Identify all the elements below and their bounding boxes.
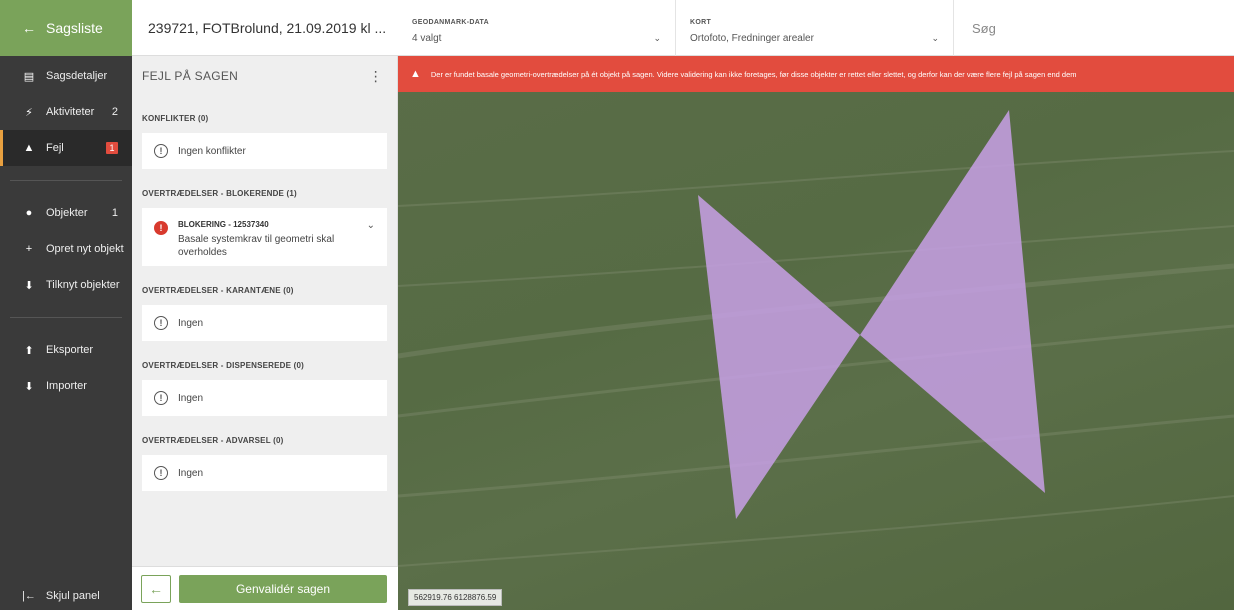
back-button[interactable]: ← bbox=[141, 574, 171, 603]
error-icon: ! bbox=[154, 221, 168, 235]
nav-item-importer[interactable]: ⬇ Importer bbox=[0, 368, 132, 404]
chevron-down-icon: ⌄ bbox=[931, 33, 939, 43]
warning-triangle-icon: ▲ bbox=[23, 142, 35, 154]
nav-item-label: Importer bbox=[46, 380, 87, 392]
coordinate-readout: 562919.76 6128876.59 bbox=[408, 589, 503, 606]
section-title-karantaene: OVERTRÆDELSER - KARANTÆNE (0) bbox=[142, 286, 294, 295]
chevron-down-icon: ⌄ bbox=[653, 33, 661, 43]
nav-item-label: Objekter bbox=[46, 207, 88, 219]
dropdown-value: 4 valgt bbox=[412, 33, 442, 44]
nav-item-label: Tilknyt objekter bbox=[46, 279, 120, 291]
info-icon: ! bbox=[154, 466, 168, 480]
search-input[interactable]: Søg bbox=[954, 0, 1234, 56]
section-title-blokerende: OVERTRÆDELSER - BLOKERENDE (1) bbox=[142, 189, 297, 198]
nav-item-aktiviteter[interactable]: ⚡ Aktiviteter 2 bbox=[0, 94, 132, 130]
info-icon: ! bbox=[154, 316, 168, 330]
nav-item-tilknyt-objekter[interactable]: ⬇ Tilknyt objekter bbox=[0, 267, 132, 303]
card-text: Ingen bbox=[178, 317, 204, 329]
arrow-left-icon: ← bbox=[22, 20, 36, 36]
panel-footer: ← Genvalidér sagen bbox=[132, 566, 398, 610]
section-title-advarsel: OVERTRÆDELSER - ADVARSEL (0) bbox=[142, 436, 284, 445]
map-pin-icon: ● bbox=[25, 207, 33, 219]
validation-alert-banner: ▲ Der er fundet basale geometri-overtræd… bbox=[398, 56, 1234, 92]
warning-card: ! Ingen bbox=[142, 455, 387, 491]
case-title: 239721, FOTBrolund, 21.09.2019 kl ... bbox=[132, 0, 398, 56]
export-icon: ⬆ bbox=[24, 344, 34, 357]
case-title-text: 239721, FOTBrolund, 21.09.2019 kl ... bbox=[148, 19, 387, 36]
map-view[interactable]: ▲ Der er fundet basale geometri-overtræd… bbox=[398, 56, 1234, 610]
clipboard-icon: ▤ bbox=[23, 70, 35, 83]
self-intersecting-polygon bbox=[860, 110, 1045, 493]
nav-item-label: Sagsdetaljer bbox=[46, 70, 108, 82]
revalidate-button[interactable]: Genvalidér sagen bbox=[179, 574, 387, 603]
violation-description: Basale systemkrav til geometri skal over… bbox=[178, 234, 335, 258]
violation-details: BLOKERING - 12537340 Basale systemkrav t… bbox=[178, 220, 358, 259]
dropdown-label: KORT bbox=[690, 19, 712, 26]
nav-divider bbox=[10, 180, 122, 181]
geodanmark-data-dropdown[interactable]: GEODANMARK-DATA 4 valgt ⌄ bbox=[398, 0, 676, 56]
violation-title: BLOKERING - 12537340 bbox=[178, 220, 269, 229]
card-text: Ingen bbox=[178, 467, 204, 479]
section-title-konflikter: KONFLIKTER (0) bbox=[142, 114, 209, 123]
nav-item-label: Aktiviteter bbox=[46, 106, 95, 118]
quarantine-card: ! Ingen bbox=[142, 305, 387, 341]
blocking-violation-card[interactable]: ! BLOKERING - 12537340 Basale systemkrav… bbox=[142, 208, 387, 266]
info-icon: ! bbox=[154, 144, 168, 158]
dispensed-card: ! Ingen bbox=[142, 380, 387, 416]
map-layer-dropdown[interactable]: KORT Ortofoto, Fredninger arealer ⌄ bbox=[676, 0, 954, 56]
link-down-icon: ⬇ bbox=[24, 279, 34, 292]
back-to-case-list-button[interactable]: ← Sagsliste bbox=[0, 0, 132, 56]
side-navigation: ← Sagsliste ▤ Sagsdetaljer ⚡ Aktiviteter… bbox=[0, 0, 132, 610]
nav-item-label: Opret nyt objekt bbox=[46, 243, 124, 255]
import-icon: ⬇ bbox=[24, 380, 34, 393]
dropdown-label: GEODANMARK-DATA bbox=[412, 19, 489, 26]
collapse-left-icon: |← bbox=[22, 590, 36, 602]
nav-item-objekter[interactable]: ● Objekter 1 bbox=[0, 195, 132, 231]
errors-panel: FEJL PÅ SAGEN ⋮ KONFLIKTER (0) ! Ingen k… bbox=[132, 56, 398, 610]
nav-item-label: Fejl bbox=[46, 142, 64, 154]
nav-item-sagsdetaljer[interactable]: ▤ Sagsdetaljer bbox=[0, 58, 132, 94]
object-count: 1 bbox=[111, 207, 118, 219]
chevron-down-icon[interactable]: ⌄ bbox=[367, 220, 375, 231]
panel-header: FEJL PÅ SAGEN ⋮ bbox=[132, 56, 397, 96]
hide-panel-button[interactable]: |← Skjul panel bbox=[0, 582, 132, 610]
orthophoto-background bbox=[398, 110, 1234, 567]
nav-item-fejl[interactable]: ▲ Fejl 1 bbox=[0, 130, 132, 166]
warning-triangle-icon: ▲ bbox=[410, 68, 421, 80]
info-icon: ! bbox=[154, 391, 168, 405]
nav-item-opret-nyt-objekt[interactable]: + Opret nyt objekt bbox=[0, 231, 132, 267]
nav-item-eksporter[interactable]: ⬆ Eksporter bbox=[0, 332, 132, 368]
conflicts-card: ! Ingen konflikter bbox=[142, 133, 387, 169]
search-placeholder: Søg bbox=[972, 20, 996, 36]
dropdown-value: Ortofoto, Fredninger arealer bbox=[690, 33, 814, 44]
alert-text: Der er fundet basale geometri-overtrædel… bbox=[430, 69, 1077, 79]
map-toolbar: GEODANMARK-DATA 4 valgt ⌄ KORT Ortofoto,… bbox=[398, 0, 1234, 56]
hide-panel-label: Skjul panel bbox=[45, 590, 100, 602]
error-count-badge: 1 bbox=[106, 142, 118, 154]
activity-count: 2 bbox=[111, 106, 118, 118]
back-label: Sagsliste bbox=[46, 20, 103, 36]
nav-divider bbox=[10, 317, 122, 318]
arrow-left-icon: ← bbox=[149, 580, 163, 597]
panel-title: FEJL PÅ SAGEN bbox=[142, 69, 239, 83]
card-text: Ingen bbox=[178, 392, 204, 404]
self-intersecting-polygon bbox=[698, 195, 860, 519]
more-options-icon[interactable]: ⋮ bbox=[369, 68, 383, 85]
add-circle-icon: + bbox=[25, 243, 33, 255]
nav-item-label: Eksporter bbox=[46, 344, 94, 356]
activity-icon: ⚡ bbox=[25, 106, 33, 119]
card-text: Ingen konflikter bbox=[178, 145, 246, 157]
section-title-dispenserede: OVERTRÆDELSER - DISPENSEREDE (0) bbox=[142, 361, 304, 370]
